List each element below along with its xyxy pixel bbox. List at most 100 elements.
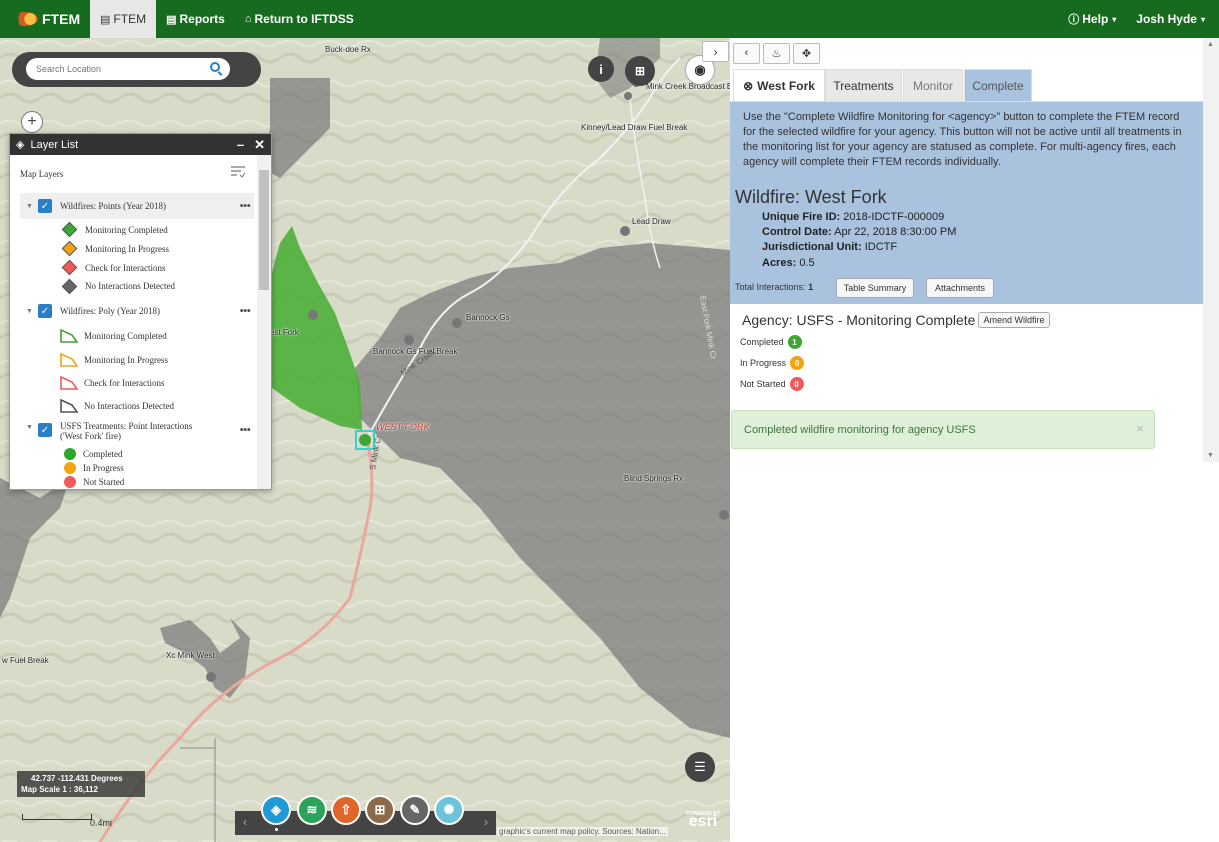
- scrollbar-thumb[interactable]: [259, 170, 269, 290]
- caret-down-icon[interactable]: ▼: [26, 423, 38, 431]
- zoom-in-button[interactable]: +: [21, 111, 43, 133]
- status-label: In Progress: [740, 358, 787, 368]
- close-button[interactable]: ✕: [254, 137, 265, 153]
- field-label: Acres:: [762, 257, 797, 269]
- more-options-icon[interactable]: •••: [239, 303, 254, 319]
- pan-button[interactable]: ✥: [793, 42, 820, 64]
- upload-button[interactable]: ⇧: [331, 795, 361, 825]
- legend-item: Monitoring In Progress: [20, 239, 254, 258]
- legend-item: Monitoring Completed: [20, 220, 254, 239]
- more-options-icon[interactable]: •••: [239, 422, 254, 438]
- search-location: [12, 52, 261, 87]
- legend-label: Monitoring Completed: [85, 224, 168, 235]
- polygon-symbol-icon: [60, 398, 78, 413]
- layer-group-wildfire-points: ▼ ✓ Wildfires: Points (Year 2018) ••• Mo…: [20, 193, 254, 295]
- more-options-icon[interactable]: •••: [239, 198, 254, 214]
- minimize-button[interactable]: –: [237, 137, 244, 152]
- status-count-badge: 0: [790, 356, 805, 370]
- tab-label: West Fork: [757, 78, 815, 93]
- legend-label: Monitoring In Progress: [84, 354, 168, 365]
- plus-icon: +: [27, 113, 37, 130]
- nav-ftem[interactable]: ▤ FTEM: [90, 0, 157, 38]
- legend-label: Monitoring Completed: [84, 331, 167, 341]
- search-input[interactable]: [26, 58, 196, 80]
- status-count-badge: 1: [787, 335, 802, 349]
- layout-toggle-button[interactable]: ⊞: [625, 56, 655, 86]
- scroll-up-icon[interactable]: ▲: [1207, 41, 1214, 48]
- total-interactions: Total Interactions: 1: [735, 282, 813, 292]
- layer-checkbox[interactable]: ✓: [38, 304, 52, 318]
- layer-checkbox[interactable]: ✓: [38, 199, 52, 213]
- panel-scrollbar[interactable]: ▲ ▼: [1203, 38, 1219, 462]
- layer-name: Wildfires: Poly (Year 2018): [60, 306, 160, 316]
- brand[interactable]: FTEM: [0, 0, 90, 38]
- layer-list-panel: ◈ Layer List – ✕ Map Layers ▼ ✓ Wildfire…: [9, 133, 272, 490]
- nav-reports[interactable]: ▤ Reports: [156, 0, 235, 38]
- layer-group-header[interactable]: ▼ ✓ Wildfires: Points (Year 2018) •••: [20, 193, 254, 219]
- attribute-table-button[interactable]: ☰: [685, 752, 715, 782]
- layer-group-header[interactable]: ▼ ✓ Wildfires: Poly (Year 2018) •••: [20, 298, 254, 324]
- circle-marker-icon: [64, 476, 76, 488]
- map-scale-text: Map Scale 1 : 36,112: [21, 785, 98, 794]
- toolbar-prev-icon[interactable]: ‹: [243, 815, 247, 829]
- fire-button[interactable]: ✺: [434, 795, 464, 825]
- legend-label: No Interactions Detected: [84, 400, 174, 411]
- legend-item: Check for Interactions: [20, 371, 254, 394]
- fire-zoom-button[interactable]: ♨: [763, 42, 790, 64]
- status-completed: Completed 1: [740, 335, 802, 349]
- tab-label: Monitor: [912, 78, 953, 93]
- scroll-down-icon[interactable]: ▼: [1207, 452, 1214, 459]
- field-label: Control Date:: [762, 226, 832, 238]
- attachments-button[interactable]: Attachments: [926, 278, 994, 298]
- collapse-panel-button[interactable]: ›: [702, 41, 729, 62]
- field-value: Apr 22, 2018 8:30:00 PM: [834, 226, 957, 238]
- active-indicator: [275, 828, 278, 831]
- legend-label: Monitoring In Progress: [85, 243, 169, 254]
- legend-item: In Progress: [20, 461, 254, 475]
- tab-west-fork[interactable]: ⊗ West Fork: [733, 69, 825, 101]
- nav-return-iftdss[interactable]: ⌂ Return to IFTDSS: [235, 0, 364, 38]
- alert-text: Completed wildfire monitoring for agency…: [744, 424, 976, 436]
- esri-text: esri: [688, 813, 718, 830]
- legend-item: Monitoring Completed: [20, 324, 254, 348]
- toolbar-next-icon[interactable]: ›: [484, 815, 488, 829]
- search-icon[interactable]: [210, 62, 220, 72]
- sort-icon[interactable]: [231, 166, 245, 178]
- back-button[interactable]: ‹: [733, 42, 760, 64]
- question-circle-icon: ⓘ: [1068, 14, 1080, 26]
- map-view[interactable]: Buck-doe Rx Mink Creek Broadcast Bu Kinn…: [0, 38, 730, 842]
- ftem-doc-icon: ▤: [100, 13, 111, 26]
- agency-title: Agency: USFS - Monitoring Complete: [742, 312, 976, 328]
- amend-wildfire-button[interactable]: Amend Wildfire: [978, 312, 1050, 328]
- top-navbar: FTEM ▤ FTEM ▤ Reports ⌂ Return to IFTDSS…: [0, 0, 1219, 38]
- circle-marker-icon: [64, 462, 76, 474]
- help-menu[interactable]: ⓘ Help ▾: [1058, 0, 1126, 38]
- search-box: [26, 58, 230, 80]
- diamond-marker-icon: [61, 240, 78, 257]
- move-icon: ✥: [801, 47, 812, 60]
- layer-group-header[interactable]: ▼ ✓ USFS Treatments: Point Interactions …: [20, 419, 254, 441]
- map-label: Bannock Gs: [466, 313, 510, 322]
- caret-down-icon[interactable]: ▼: [26, 202, 38, 210]
- alert-close-button[interactable]: ×: [1136, 421, 1144, 436]
- measure-button[interactable]: ✎: [400, 795, 430, 825]
- legend-label: Completed: [83, 449, 123, 459]
- layer-list-body: Map Layers ▼ ✓ Wildfires: Points (Year 2…: [10, 155, 257, 489]
- table-summary-button[interactable]: Table Summary: [836, 278, 914, 298]
- info-button[interactable]: i: [588, 56, 614, 82]
- tab-monitor[interactable]: Monitor: [903, 69, 963, 101]
- caret-down-icon[interactable]: ▼: [26, 307, 38, 315]
- field-value: 0.5: [799, 257, 815, 269]
- layer-list-scrollbar[interactable]: [257, 155, 271, 489]
- diamond-marker-icon: [61, 278, 78, 294]
- help-label: Help: [1082, 12, 1109, 26]
- grid-button[interactable]: ⊞: [365, 795, 395, 825]
- upload-icon: ⇧: [340, 802, 352, 817]
- tab-treatments[interactable]: Treatments: [825, 69, 902, 101]
- basemap-button[interactable]: ≋: [297, 795, 327, 825]
- tab-complete[interactable]: Complete: [964, 69, 1032, 101]
- user-menu[interactable]: Josh Hyde ▾: [1126, 0, 1219, 38]
- layer-list-button[interactable]: ◈: [261, 795, 291, 825]
- close-circle-icon[interactable]: ⊗: [743, 79, 753, 93]
- layer-checkbox[interactable]: ✓: [38, 423, 52, 437]
